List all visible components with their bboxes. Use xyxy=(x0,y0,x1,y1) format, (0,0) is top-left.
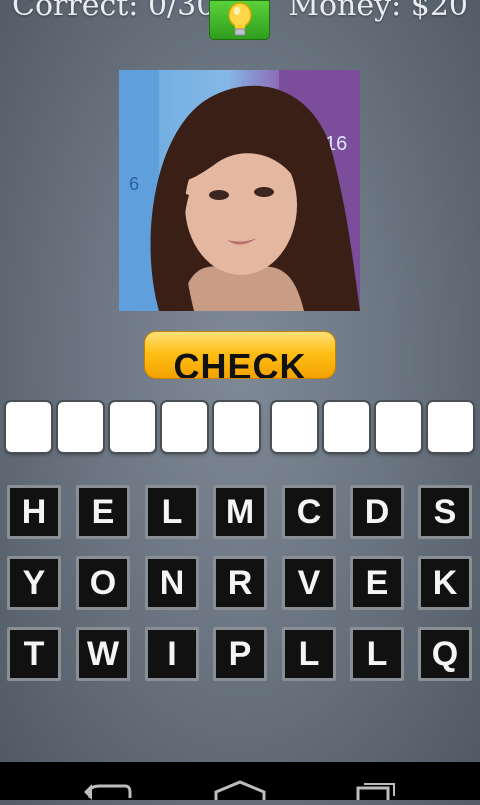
svg-text:6: 6 xyxy=(129,174,139,194)
letter-key[interactable]: W xyxy=(76,627,130,681)
letter-key[interactable]: P xyxy=(213,627,267,681)
answer-slot[interactable] xyxy=(58,402,103,452)
letter-key[interactable]: C xyxy=(282,485,336,539)
letter-key[interactable]: E xyxy=(76,485,130,539)
answer-slot[interactable] xyxy=(428,402,473,452)
portrait-image: 6 16 xyxy=(119,70,360,311)
correct-counter: Correct: 0/300 xyxy=(12,0,235,23)
letter-key[interactable]: Q xyxy=(418,627,472,681)
letter-key[interactable]: D xyxy=(350,485,404,539)
check-button[interactable]: CHECK xyxy=(144,331,336,379)
check-button-label: CHECK xyxy=(173,346,307,379)
letter-key[interactable]: E xyxy=(350,556,404,610)
letter-key[interactable]: T xyxy=(7,627,61,681)
letter-key[interactable]: N xyxy=(145,556,199,610)
lightbulb-icon xyxy=(227,2,252,36)
letter-key[interactable]: O xyxy=(76,556,130,610)
letter-key[interactable]: L xyxy=(145,485,199,539)
money-counter: Money: $20 xyxy=(288,0,468,23)
answer-slot[interactable] xyxy=(214,402,259,452)
system-navigation-bar xyxy=(0,762,480,804)
letter-key[interactable]: L xyxy=(282,627,336,681)
answer-slot[interactable] xyxy=(324,402,369,452)
letter-keyboard: H E L M C D S Y O N R V E K T W I P L L … xyxy=(7,485,475,685)
letter-key[interactable]: M xyxy=(213,485,267,539)
header: Correct: 0/300 Money: $20 xyxy=(0,0,480,44)
celebrity-photo: 6 16 xyxy=(119,70,360,311)
letter-key[interactable]: V xyxy=(282,556,336,610)
answer-slots xyxy=(6,402,474,452)
letter-key[interactable]: R xyxy=(213,556,267,610)
recents-icon[interactable] xyxy=(356,783,395,804)
letter-key[interactable]: Y xyxy=(7,556,61,610)
answer-slot[interactable] xyxy=(376,402,421,452)
answer-slot[interactable] xyxy=(110,402,155,452)
nav-icons xyxy=(84,780,395,804)
home-icon[interactable] xyxy=(214,780,266,800)
answer-slot[interactable] xyxy=(6,402,51,452)
letter-key[interactable]: S xyxy=(418,485,472,539)
letter-key[interactable]: I xyxy=(145,627,199,681)
answer-slot[interactable] xyxy=(272,402,317,452)
answer-slot[interactable] xyxy=(162,402,207,452)
back-icon[interactable] xyxy=(84,784,132,800)
hint-button[interactable] xyxy=(209,0,270,40)
letter-key[interactable]: K xyxy=(418,556,472,610)
letter-key[interactable]: L xyxy=(350,627,404,681)
letter-key[interactable]: H xyxy=(7,485,61,539)
